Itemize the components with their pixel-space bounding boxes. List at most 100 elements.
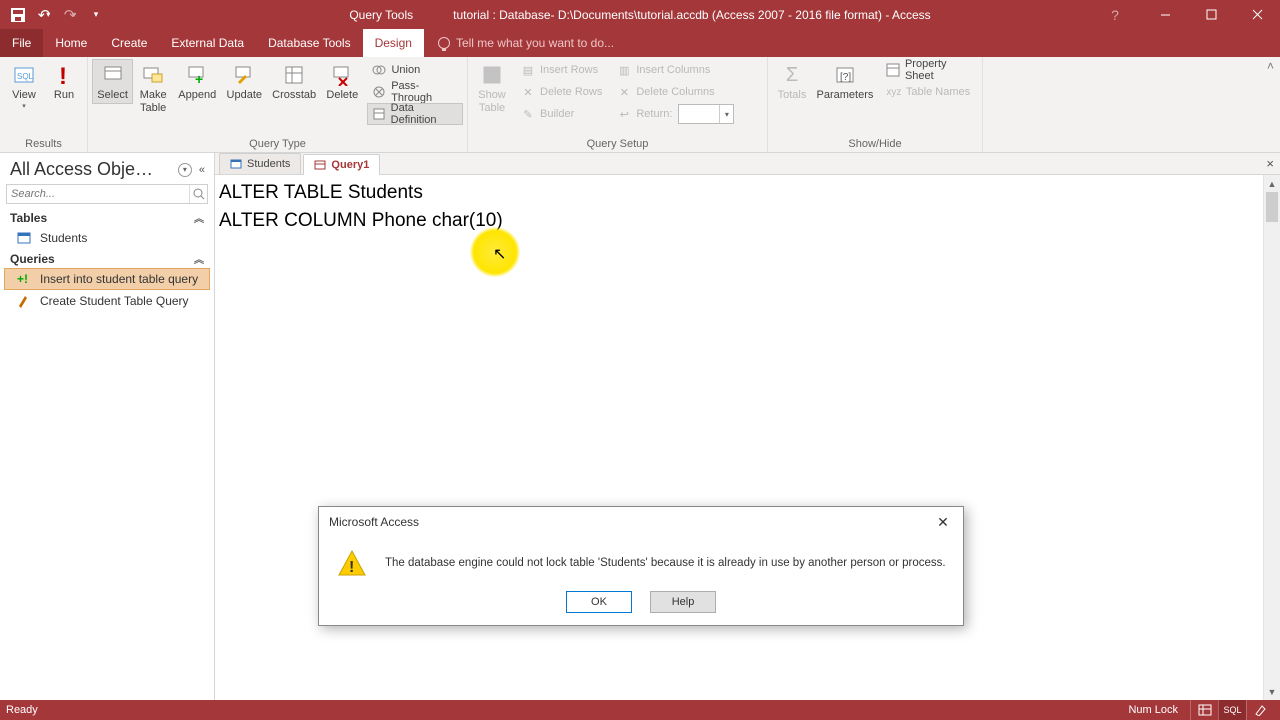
close-button[interactable] [1234,0,1280,29]
pass-through-icon [371,84,387,100]
pass-through-button[interactable]: Pass-Through [367,81,463,103]
tab-create[interactable]: Create [99,29,159,57]
dialog-close-icon[interactable]: ✕ [929,511,957,533]
crosstab-icon [282,63,306,87]
lightbulb-icon [438,37,450,49]
doc-tab-students[interactable]: Students [219,153,301,174]
navigation-pane: All Access Obje… ▾ « Tables︽ Students Qu… [0,153,215,700]
query-icon [314,159,326,171]
tell-me-placeholder: Tell me what you want to do... [456,36,614,50]
ok-button[interactable]: OK [566,591,632,613]
nav-group-tables[interactable]: Tables︽ [4,208,210,227]
append-query-icon: +! [16,271,32,287]
nav-title[interactable]: All Access Obje… [10,159,178,180]
append-icon: + [185,63,209,87]
warning-icon: ! [337,549,367,577]
totals-button: Σ Totals [772,59,812,104]
minimize-button[interactable] [1142,0,1188,29]
tell-me-search[interactable]: Tell me what you want to do... [424,29,614,57]
view-design-icon[interactable] [1246,700,1274,720]
svg-text:SQL: SQL [17,72,34,81]
nav-query-create[interactable]: Create Student Table Query [4,290,210,312]
tab-external-data[interactable]: External Data [159,29,256,57]
save-icon[interactable] [10,7,26,23]
svg-text:+!: +! [17,272,28,286]
nav-group-queries[interactable]: Queries︽ [4,249,210,268]
chevron-up-icon: ︽ [194,210,204,225]
doc-tab-query1[interactable]: Query1 [303,154,380,175]
ribbon-collapse-icon[interactable]: ˄ [1267,59,1274,73]
document-tabs: Students Query1 × [215,153,1280,175]
ribbon-tabs: File Home Create External Data Database … [0,29,1280,57]
scroll-thumb[interactable] [1266,192,1278,222]
show-table-icon [480,63,504,87]
sql-view-icon: SQL [12,63,36,87]
maximize-button[interactable] [1188,0,1234,29]
help-icon[interactable]: ? [1092,0,1138,29]
group-label-query-setup: Query Setup [472,138,763,152]
nav-menu-icon[interactable]: ▾ [178,163,192,177]
make-table-icon [141,63,165,87]
builder-icon: ✎ [520,106,536,122]
status-bar: Ready Num Lock SQL [0,700,1280,720]
view-button[interactable]: SQL View ▾ [4,59,44,112]
view-datasheet-icon[interactable] [1190,700,1218,720]
svg-text:!: ! [349,559,354,576]
delete-rows-icon: ✕ [520,84,536,100]
parameters-icon: [?] [833,63,857,87]
property-sheet-button[interactable]: Property Sheet [882,59,978,81]
tab-home[interactable]: Home [43,29,99,57]
dialog-title: Microsoft Access [329,515,929,529]
nav-table-students[interactable]: Students [4,227,210,249]
return-control: ↩ Return: ▾ [612,103,738,125]
show-table-button: Show Table [472,59,512,117]
nav-query-insert[interactable]: +! Insert into student table query [4,268,210,290]
union-button[interactable]: Union [367,59,463,81]
update-button[interactable]: Update [221,59,267,104]
table-icon [230,158,242,170]
nav-search[interactable] [6,184,208,204]
sql-line: ALTER COLUMN Phone char(10) [219,207,1276,235]
run-button[interactable]: ! Run [44,59,84,104]
property-sheet-icon [886,62,901,78]
tab-database-tools[interactable]: Database Tools [256,29,363,57]
search-input[interactable] [7,188,189,200]
crosstab-button[interactable]: Crosstab [267,59,321,104]
group-label-show-hide: Show/Hide [772,138,978,152]
group-label-query-type: Query Type [92,138,463,152]
scroll-up-icon[interactable]: ▲ [1264,175,1280,192]
search-icon[interactable] [189,185,207,203]
update-icon [232,63,256,87]
title-bar: ↶▾ ↷▾ ▾ Query Tools tutorial : Database-… [0,0,1280,29]
builder-button: ✎Builder [516,103,606,125]
insert-columns-icon: ▥ [616,62,632,78]
delete-query-button[interactable]: Delete [321,59,363,104]
help-button[interactable]: Help [650,591,716,613]
svg-text:!: ! [59,64,67,86]
cursor-icon: ↖ [493,241,506,269]
data-definition-icon [371,106,386,122]
data-definition-button[interactable]: Data Definition [367,103,463,125]
nav-collapse-icon[interactable]: « [196,164,208,176]
totals-icon: Σ [780,63,804,87]
qat-customize-icon[interactable]: ▾ [88,7,104,23]
run-icon: ! [52,63,76,87]
insert-rows-icon: ▤ [520,62,536,78]
make-table-button[interactable]: Make Table [133,59,173,117]
undo-icon[interactable]: ↶▾ [36,7,52,23]
tab-file[interactable]: File [0,29,43,57]
sql-line: ALTER TABLE Students [219,179,1276,207]
select-query-button[interactable]: Select [92,59,133,104]
status-numlock: Num Lock [1128,704,1178,716]
parameters-button[interactable]: [?] Parameters [812,59,878,104]
contextual-tab-label: Query Tools [349,8,413,22]
scroll-down-icon[interactable]: ▼ [1264,683,1280,700]
tab-design[interactable]: Design [363,29,424,57]
close-tab-icon[interactable]: × [1266,156,1274,171]
union-icon [371,62,387,78]
scrollbar[interactable]: ▲ ▼ [1263,175,1280,700]
return-icon: ↩ [616,106,632,122]
append-button[interactable]: + Append [173,59,221,104]
view-sql-icon[interactable]: SQL [1218,700,1246,720]
select-icon [101,63,125,87]
